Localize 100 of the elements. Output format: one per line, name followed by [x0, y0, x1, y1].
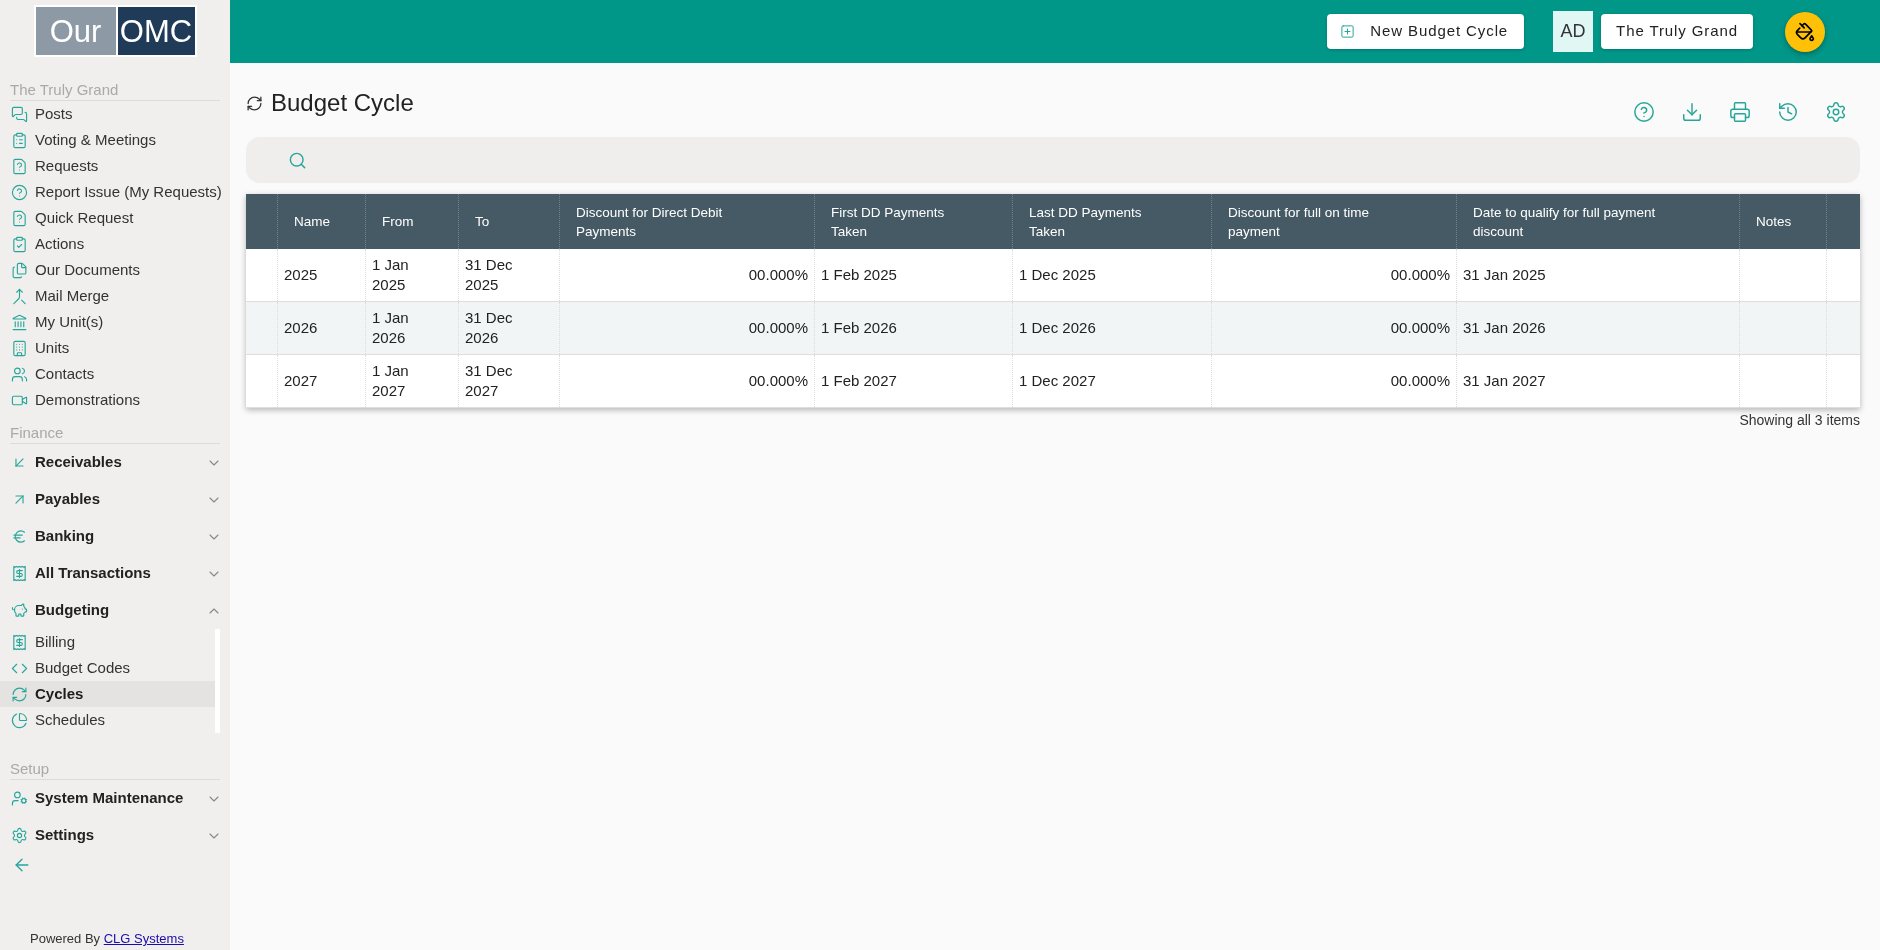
table-cell-text: 31 Dec 2025 [465, 255, 514, 295]
table-cell: 2026 [284, 318, 318, 338]
receipt-icon [11, 565, 28, 582]
table-cell: 2027 [284, 371, 318, 391]
clipboard-check-icon [11, 235, 28, 253]
new-budget-cycle-button[interactable]: New Budget Cycle [1327, 14, 1525, 49]
plus-square-icon [1340, 24, 1356, 39]
app-logo[interactable]: Our OMC [33, 5, 197, 57]
help-icon[interactable] [1633, 101, 1655, 123]
section-label: Finance [10, 423, 65, 443]
sidebar-item[interactable]: Schedules [0, 707, 215, 733]
table-cell-text: 1 Jan 2027 [372, 361, 410, 401]
sidebar-item[interactable]: Voting & Meetings [0, 127, 230, 153]
section-label: Setup [10, 759, 51, 779]
print-icon[interactable] [1729, 101, 1751, 123]
user-avatar[interactable]: AD [1553, 11, 1594, 52]
table-cell: 31 Jan 2025 [1463, 265, 1546, 285]
sidebar-item[interactable]: Quick Request [0, 205, 230, 231]
euro-icon [11, 528, 28, 545]
sidebar-group[interactable]: Payables [0, 481, 230, 518]
people-icon [11, 365, 28, 383]
table-cell: 00.000% [1390, 265, 1450, 285]
table-cell: 1 Dec 2027 [1019, 371, 1096, 391]
sidebar-item[interactable]: Actions [0, 231, 230, 257]
table-row[interactable]: 2025 1 Jan 2025 31 Dec 2025 00.000% 1 Feb 2025 1 Dec 2025 00.000% 31 Jan 2025 [246, 249, 1860, 302]
column-header[interactable]: First DD Payments Taken [831, 202, 949, 241]
section-label: The Truly Grand [10, 80, 120, 100]
column-header[interactable]: Discount for full on time payment [1228, 202, 1393, 241]
file-question-icon [11, 157, 28, 175]
receipt-icon [11, 633, 28, 651]
table-cell: 00.000% [748, 265, 808, 285]
piggy-bank-icon [11, 602, 28, 619]
table-row[interactable]: 2027 1 Jan 2027 31 Dec 2027 00.000% 1 Feb 2027 1 Dec 2027 00.000% 31 Jan 2027 [246, 355, 1860, 408]
table-cell-text: 31 Dec 2026 [465, 308, 514, 348]
sidebar-item[interactable]: Posts [0, 101, 230, 127]
settings-icon[interactable] [1825, 101, 1847, 123]
sidebar-item[interactable]: Requests [0, 153, 230, 179]
column-header[interactable]: Last DD Payments Taken [1029, 202, 1148, 241]
user-gear-icon [11, 790, 28, 807]
merge-icon [11, 287, 28, 305]
table-cell: 00.000% [1390, 318, 1450, 338]
search-icon [288, 150, 307, 170]
table-cell: 1 Dec 2026 [1019, 318, 1096, 338]
sidebar-item[interactable]: Contacts [0, 361, 230, 387]
powered-by-text: Powered By CLG Systems [30, 930, 185, 948]
refresh-icon [246, 94, 263, 112]
sidebar-item[interactable]: Cycles [0, 681, 215, 707]
column-header[interactable]: Date to qualify for full payment discount [1473, 202, 1673, 241]
sidebar-group[interactable]: System Maintenance [0, 780, 230, 817]
table-cell: 1 Feb 2027 [821, 371, 897, 391]
column-header[interactable]: To [475, 212, 490, 231]
table-cell: 2025 [284, 265, 318, 285]
sidebar-group[interactable]: Settings [0, 817, 230, 854]
sidebar-item[interactable]: Billing [0, 629, 215, 655]
table-cell: 1 Dec 2025 [1019, 265, 1096, 285]
history-icon[interactable] [1777, 101, 1799, 123]
table-cell: 00.000% [748, 318, 808, 338]
paint-bucket-icon[interactable] [1785, 11, 1825, 52]
help-icon [11, 183, 28, 201]
sidebar-item[interactable]: Mail Merge [0, 283, 230, 309]
column-header[interactable]: Name [294, 212, 330, 231]
pie-chart-icon [11, 711, 28, 729]
sidebar-item[interactable]: Units [0, 335, 230, 361]
list-icon [11, 131, 28, 149]
sidebar-item[interactable]: Budget Codes [0, 655, 215, 681]
table-cell-text: 31 Dec 2027 [465, 361, 514, 401]
chat-icon [11, 105, 28, 123]
building-icon [11, 339, 28, 357]
column-header[interactable]: Notes [1756, 212, 1792, 231]
table-cell: 00.000% [748, 371, 808, 391]
column-header[interactable]: Discount for Direct Debit Payments [576, 202, 746, 241]
sidebar-item[interactable]: Our Documents [0, 257, 230, 283]
download-icon[interactable] [1681, 101, 1703, 123]
vendor-link[interactable]: CLG Systems [103, 931, 184, 946]
file-question-icon [11, 209, 28, 227]
column-header[interactable]: From [382, 212, 414, 231]
logo-word: OMC [117, 7, 195, 55]
table-cell-text: 1 Jan 2025 [372, 255, 410, 295]
item-count: Showing all 3 items [1739, 411, 1860, 430]
table-cell: 1 Feb 2026 [821, 318, 897, 338]
table-row[interactable]: 2026 1 Jan 2026 31 Dec 2026 00.000% 1 Feb 2026 1 Dec 2026 00.000% 31 Jan 2026 [246, 302, 1860, 355]
table-cell-text: 1 Jan 2026 [372, 308, 410, 348]
bank-building-icon [11, 313, 28, 331]
settings-icon [11, 827, 28, 844]
documents-icon [11, 261, 28, 279]
sidebar-group[interactable]: Receivables [0, 444, 230, 481]
sidebar-item[interactable]: Demonstrations [0, 387, 230, 413]
sidebar-group[interactable]: Budgeting [0, 592, 230, 629]
table-cell: 31 Jan 2026 [1463, 318, 1546, 338]
sidebar-item[interactable]: My Unit(s) [0, 309, 230, 335]
search-field[interactable] [246, 137, 1860, 183]
account-button[interactable]: The Truly Grand [1601, 14, 1753, 49]
sidebar-item[interactable]: Report Issue (My Requests) [0, 179, 230, 205]
sidebar-group[interactable]: All Transactions [0, 555, 230, 592]
logo-word: Our [35, 7, 116, 55]
refresh-icon [11, 685, 28, 703]
page-title: Budget Cycle [271, 88, 414, 118]
sidebar-group[interactable]: Banking [0, 518, 230, 555]
table-cell: 00.000% [1390, 371, 1450, 391]
table-cell: 1 Feb 2025 [821, 265, 897, 285]
